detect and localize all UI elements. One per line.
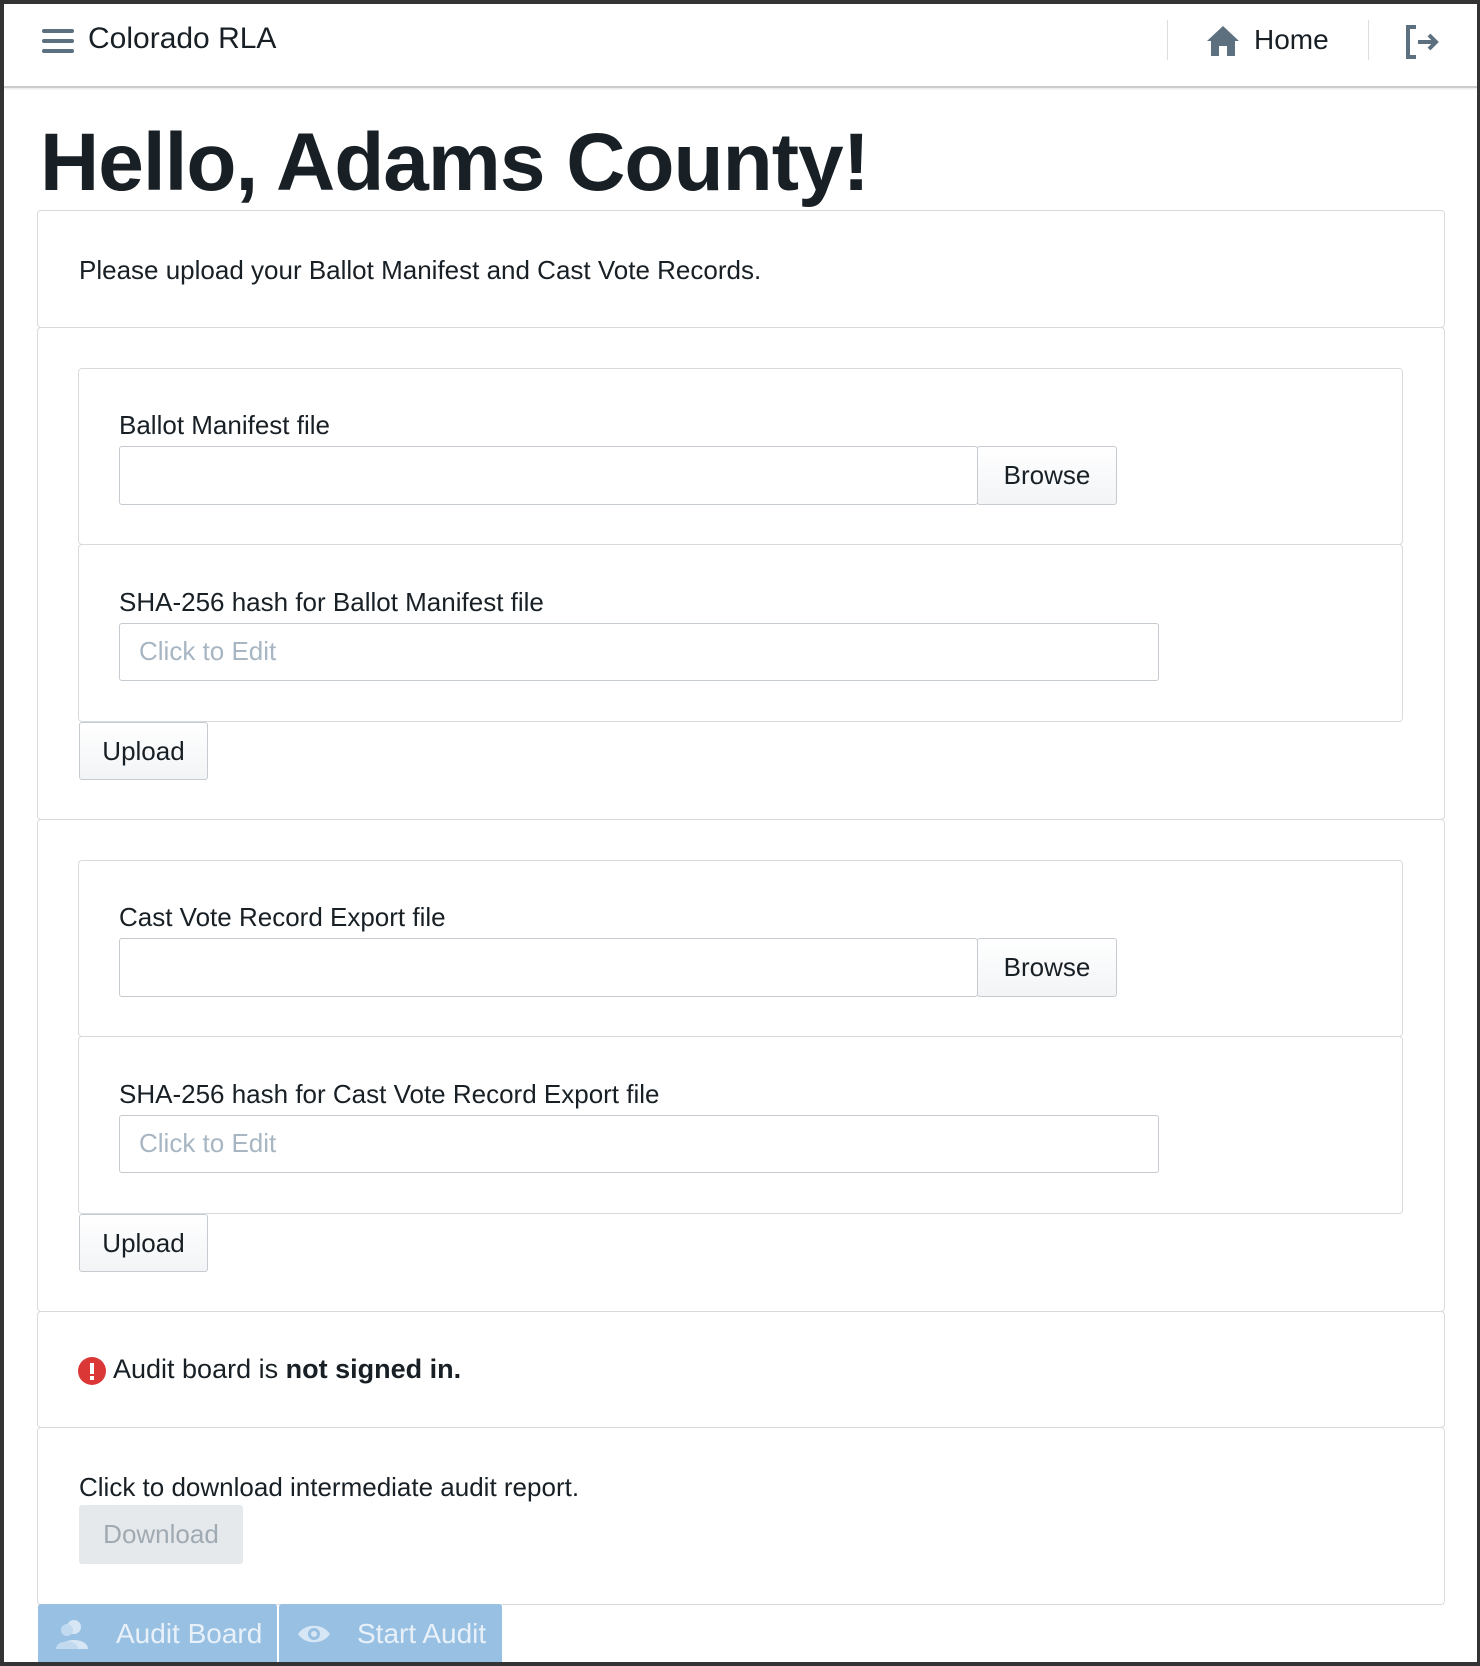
audit-board-status-card: Audit board is not signed in. bbox=[37, 1311, 1445, 1428]
hamburger-icon[interactable] bbox=[42, 28, 74, 54]
cvr-card: Cast Vote Record Export file Browse SHA-… bbox=[37, 819, 1445, 1312]
audit-board-label: Audit Board bbox=[116, 1618, 263, 1649]
eye-icon bbox=[298, 1625, 330, 1643]
intro-text: Please upload your Ballot Manifest and C… bbox=[79, 255, 762, 285]
start-audit-label: Start Audit bbox=[357, 1618, 487, 1649]
status-emphasis: not signed in. bbox=[285, 1354, 462, 1384]
intro-card: Please upload your Ballot Manifest and C… bbox=[37, 210, 1445, 328]
manifest-file-label: Ballot Manifest file bbox=[119, 410, 330, 440]
people-icon bbox=[56, 1620, 88, 1649]
divider bbox=[1167, 20, 1168, 60]
app-title: Colorado RLA bbox=[88, 22, 277, 55]
manifest-file-input[interactable] bbox=[119, 446, 978, 505]
navbar: Colorado RLA Home bbox=[4, 4, 1477, 88]
cvr-hash-input[interactable]: Click to Edit bbox=[119, 1115, 1159, 1173]
manifest-hash-card: SHA-256 hash for Ballot Manifest file Cl… bbox=[78, 544, 1403, 722]
logout-icon[interactable] bbox=[1404, 24, 1440, 60]
manifest-upload-button[interactable]: Upload bbox=[79, 722, 208, 780]
home-link[interactable]: Home bbox=[1254, 24, 1329, 56]
page: Colorado RLA Home Hello, Adams County! P… bbox=[4, 4, 1477, 1662]
cvr-upload-button[interactable]: Upload bbox=[79, 1214, 208, 1272]
report-card: Click to download intermediate audit rep… bbox=[37, 1427, 1445, 1605]
audit-board-status: Audit board is not signed in. bbox=[113, 1354, 461, 1385]
error-icon bbox=[78, 1357, 106, 1385]
manifest-hash-label: SHA-256 hash for Ballot Manifest file bbox=[119, 587, 544, 617]
manifest-browse-button[interactable]: Browse bbox=[977, 446, 1117, 505]
download-button[interactable]: Download bbox=[79, 1505, 243, 1564]
cvr-browse-button[interactable]: Browse bbox=[977, 938, 1117, 997]
home-icon[interactable] bbox=[1206, 24, 1240, 58]
ballot-manifest-card: Ballot Manifest file Browse SHA-256 hash… bbox=[37, 327, 1445, 820]
status-prefix: Audit board is bbox=[113, 1354, 286, 1384]
page-title: Hello, Adams County! bbox=[40, 117, 870, 208]
cvr-file-card: Cast Vote Record Export file Browse bbox=[78, 860, 1403, 1037]
start-audit-button[interactable]: Start Audit bbox=[279, 1604, 502, 1662]
audit-board-button[interactable]: Audit Board bbox=[38, 1604, 277, 1662]
cvr-file-input[interactable] bbox=[119, 938, 978, 997]
manifest-file-card: Ballot Manifest file Browse bbox=[78, 368, 1403, 545]
divider bbox=[1368, 20, 1369, 60]
cvr-hash-card: SHA-256 hash for Cast Vote Record Export… bbox=[78, 1036, 1403, 1214]
cvr-hash-label: SHA-256 hash for Cast Vote Record Export… bbox=[119, 1079, 660, 1109]
cvr-file-label: Cast Vote Record Export file bbox=[119, 902, 446, 932]
manifest-hash-input[interactable]: Click to Edit bbox=[119, 623, 1159, 681]
report-text: Click to download intermediate audit rep… bbox=[79, 1472, 580, 1502]
